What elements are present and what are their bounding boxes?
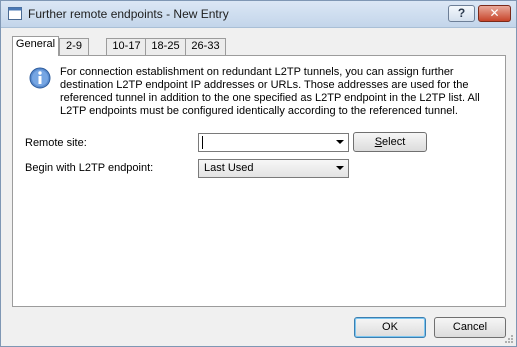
tab-10-17[interactable]: 10-17: [106, 38, 147, 55]
resize-grip-icon[interactable]: [504, 334, 514, 344]
begin-endpoint-label: Begin with L2TP endpoint:: [25, 162, 154, 174]
text-cursor: [202, 136, 203, 149]
select-button-mnemonic: S: [374, 136, 383, 148]
remote-site-label: Remote site:: [25, 137, 87, 149]
dialog-window: Further remote endpoints - New Entry ? ✕…: [0, 0, 517, 347]
begin-endpoint-value: Last Used: [204, 162, 254, 174]
tab-18-25[interactable]: 18-25: [145, 38, 186, 55]
tab-26-33[interactable]: 26-33: [185, 38, 226, 55]
info-description: For connection establishment on redundan…: [60, 66, 480, 117]
select-button-label: elect: [382, 136, 406, 148]
cancel-button[interactable]: Cancel: [434, 317, 506, 338]
begin-endpoint-dropdown[interactable]: Last Used: [198, 159, 349, 178]
help-button[interactable]: ?: [448, 5, 475, 22]
ok-button[interactable]: OK: [354, 317, 426, 338]
chevron-down-icon[interactable]: [336, 140, 344, 144]
info-icon: [29, 67, 51, 89]
select-button[interactable]: Select: [353, 132, 427, 152]
title-bar[interactable]: Further remote endpoints - New Entry ? ✕: [1, 1, 516, 28]
app-icon: [8, 7, 22, 20]
tab-2-9[interactable]: 2-9: [59, 38, 89, 55]
close-button[interactable]: ✕: [478, 5, 511, 22]
tab-general[interactable]: General: [12, 36, 59, 56]
general-panel: For connection establishment on redundan…: [12, 55, 506, 307]
window-title: Further remote endpoints - New Entry: [28, 7, 229, 21]
remote-site-combobox[interactable]: [198, 133, 349, 152]
chevron-down-icon[interactable]: [336, 166, 344, 170]
